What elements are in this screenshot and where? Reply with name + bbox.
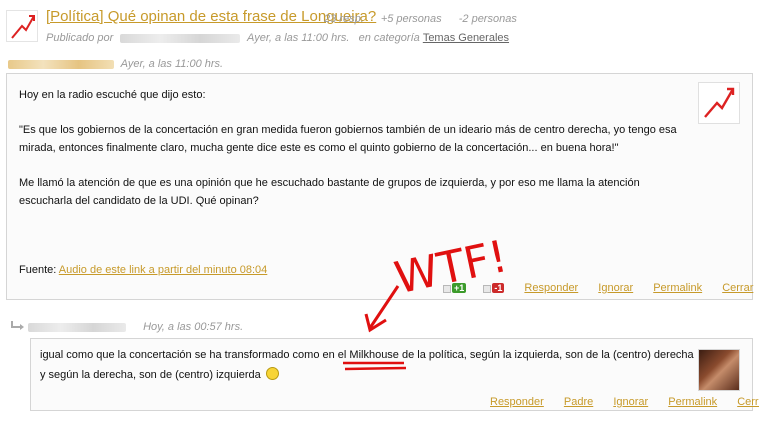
reply-link[interactable]: Responder (490, 396, 544, 408)
smiley-icon (265, 367, 279, 380)
permalink-link[interactable]: Permalink (653, 282, 702, 294)
highlighted-word: Milkhouse (349, 349, 399, 361)
response-count: 23 resp. (324, 13, 364, 25)
post-paragraph: "Es que los gobiernos de la concertación… (19, 124, 677, 154)
vote-up-button[interactable]: +1 (443, 283, 467, 294)
post-actions: +1 -1 Responder Ignorar Permalink Cerrar (437, 282, 753, 294)
reply-link[interactable]: Responder (524, 282, 578, 294)
minus-people-count: -2 personas (458, 13, 517, 25)
published-prefix: Publicado por (46, 32, 114, 44)
post-author-row: Ayer, a las 11:00 hrs. (8, 58, 223, 70)
redacted-author-name (120, 33, 241, 43)
reply-body: igual como que la concertación se ha tra… (40, 345, 700, 385)
source-link[interactable]: Audio de este link a partir del minuto 0… (59, 264, 268, 276)
parent-link[interactable]: Padre (564, 396, 593, 408)
reply-author-row: Hoy, a las 00:57 hrs. (28, 321, 243, 333)
vote-down-label: -1 (492, 283, 505, 294)
reply-text-before: igual como que la concertación se ha tra… (40, 349, 350, 361)
thread-meta: Publicado por Ayer, a las 11:00 hrs. en … (46, 32, 509, 44)
thread-logo-icon (6, 10, 38, 42)
thumb-down-icon (483, 284, 492, 293)
thumb-up-icon (443, 284, 451, 293)
post-box: Hoy en la radio escuché que dijo esto: "… (6, 73, 753, 300)
vote-up-label: +1 (452, 283, 467, 294)
post-avatar[interactable] (698, 82, 740, 124)
thread-stats: 23 resp. +5 personas -2 personas (324, 13, 531, 25)
published-time: Ayer, a las 11:00 hrs. (247, 32, 350, 44)
post-time: Ayer, a las 11:00 hrs. (120, 58, 224, 70)
redacted-post-author[interactable] (8, 59, 114, 69)
reply-avatar[interactable] (698, 349, 740, 391)
close-link[interactable]: Cerrar (722, 282, 753, 294)
post-body: Hoy en la radio escuché que dijo esto: "… (19, 86, 689, 227)
thread-header: [Política] Qué opinan de esta frase de L… (6, 8, 754, 48)
source-line: Fuente: Audio de este link a partir del … (19, 264, 267, 276)
close-link[interactable]: Cerrar (737, 396, 759, 408)
redacted-reply-author[interactable] (28, 322, 126, 332)
category-link[interactable]: Temas Generales (423, 32, 509, 44)
reply-box: igual como que la concertación se ha tra… (30, 338, 759, 411)
post-paragraph: Hoy en la radio escuché que dijo esto: (19, 89, 206, 101)
category-prefix: en categoría (358, 32, 420, 44)
permalink-link[interactable]: Permalink (668, 396, 717, 408)
annotation-arrowhead-icon (364, 313, 387, 333)
reply-actions: Responder Padre Ignorar Permalink Cerrar (473, 396, 759, 408)
source-label: Fuente: (19, 264, 57, 276)
vote-down-button[interactable]: -1 (483, 283, 505, 294)
plus-people-count: +5 personas (380, 13, 442, 25)
reply-time: Hoy, a las 00:57 hrs. (143, 321, 244, 333)
reply-arrow-icon (11, 321, 24, 330)
ignore-link[interactable]: Ignorar (598, 282, 633, 294)
post-paragraph: Me llamó la atención de que es una opini… (19, 177, 640, 207)
ignore-link[interactable]: Ignorar (613, 396, 648, 408)
